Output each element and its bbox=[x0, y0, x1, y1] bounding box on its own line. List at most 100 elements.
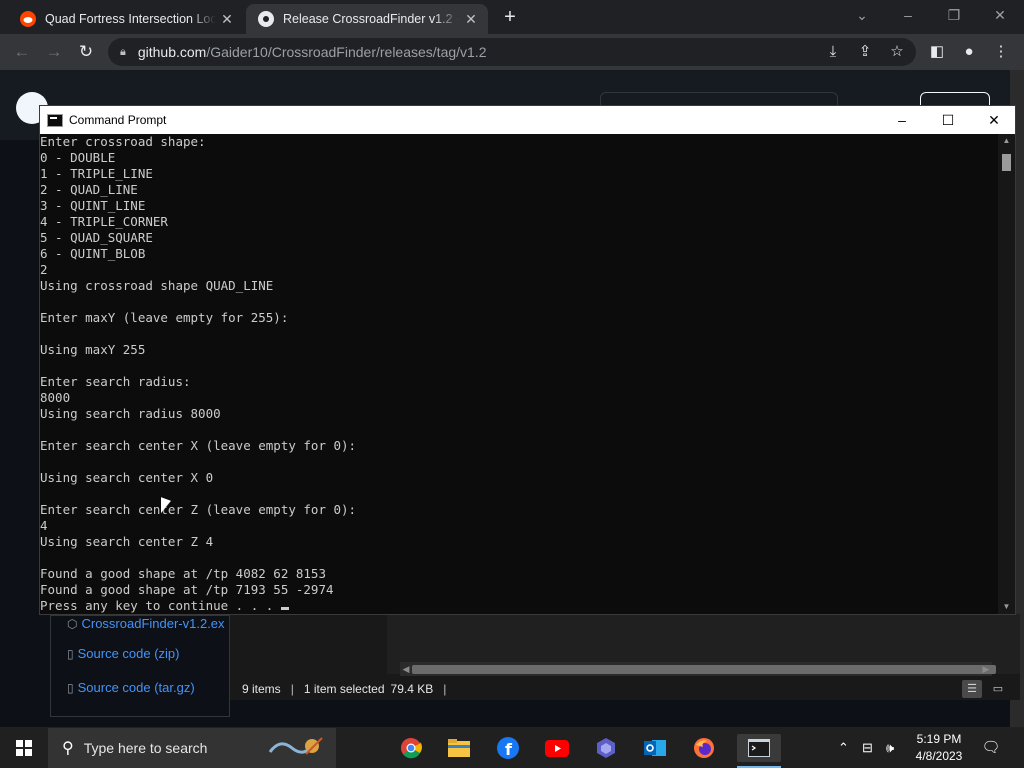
notification-icon[interactable]: 🗨︎ bbox=[980, 738, 1002, 758]
share-icon[interactable]: ⇪ bbox=[854, 41, 876, 63]
close-window-button[interactable]: ✕ bbox=[980, 4, 1020, 26]
show-hidden-icons[interactable]: ⌃ bbox=[838, 728, 849, 768]
console-line: Enter search radius: bbox=[40, 374, 191, 389]
scroll-down-icon[interactable]: ▼ bbox=[998, 600, 1015, 614]
minimize-button[interactable]: – bbox=[888, 4, 928, 26]
side-panel-icon[interactable]: ◧ bbox=[926, 41, 948, 63]
profile-icon[interactable]: ● bbox=[958, 41, 980, 63]
cmd-scrollbar[interactable]: ▲ ▼ bbox=[998, 134, 1015, 614]
console-line: Enter maxY (leave empty for 255): bbox=[40, 310, 289, 325]
bookmark-star-icon[interactable]: ☆ bbox=[886, 41, 908, 63]
release-assets-list: ⬡ CrossroadFinder-v1.2.ex ▯ Source code … bbox=[50, 615, 230, 717]
package-icon: ⬡ bbox=[67, 616, 78, 631]
command-prompt-window: Command Prompt – ☐ ✕ Enter crossroad sha… bbox=[39, 105, 1016, 615]
search-highlight-icon bbox=[268, 737, 323, 755]
console-line: Enter crossroad shape: bbox=[40, 134, 206, 149]
selection-info: 1 item selected bbox=[303, 682, 385, 696]
reddit-icon bbox=[20, 11, 36, 27]
selection-size: 79.4 KB bbox=[390, 682, 434, 696]
scroll-up-icon[interactable]: ▲ bbox=[998, 134, 1015, 148]
console-line: 5 - QUAD_SQUARE bbox=[40, 230, 153, 245]
explorer-status-bar: 9 items | 1 item selected 79.4 KB | bbox=[230, 678, 1020, 700]
scroll-right-icon[interactable]: ▶ bbox=[980, 662, 992, 676]
cmd-window-icon bbox=[47, 113, 63, 127]
asset-link-targz[interactable]: ▯ Source code (tar.gz) bbox=[67, 680, 195, 695]
tab-title: Quad Fortress Intersection Locati bbox=[45, 12, 216, 26]
console-line: 3 - QUINT_LINE bbox=[40, 198, 146, 213]
asset-name: Source code (zip) bbox=[77, 646, 180, 661]
close-tab-icon[interactable]: ✕ bbox=[216, 11, 238, 28]
asset-name: Source code (tar.gz) bbox=[77, 680, 195, 695]
close-tab-icon[interactable]: ✕ bbox=[460, 11, 482, 28]
browser-tab-strip: Quad Fortress Intersection Locati ✕ Rele… bbox=[0, 0, 1024, 34]
clock-date: 4/8/2023 bbox=[915, 749, 963, 763]
new-tab-button[interactable]: + bbox=[498, 6, 522, 29]
cmd-minimize-button[interactable]: – bbox=[879, 106, 925, 134]
svg-text:f: f bbox=[505, 740, 513, 759]
asset-link-exe[interactable]: ⬡ CrossroadFinder-v1.2.ex bbox=[67, 616, 225, 631]
chrome-icon[interactable] bbox=[395, 734, 427, 762]
console-line: 2 - QUAD_LINE bbox=[40, 182, 138, 197]
console-line: Using search center Z 4 bbox=[40, 534, 214, 549]
console-line: Enter search center Z (leave empty for 0… bbox=[40, 502, 357, 517]
asset-link-zip[interactable]: ▯ Source code (zip) bbox=[67, 646, 180, 661]
cmd-maximize-button[interactable]: ☐ bbox=[925, 106, 971, 134]
reload-icon[interactable]: ↻ bbox=[74, 40, 98, 64]
desktop: Quad Fortress Intersection Locati ✕ Rele… bbox=[0, 0, 1024, 768]
app-icon[interactable] bbox=[590, 734, 622, 762]
console-line: 0 - DOUBLE bbox=[40, 150, 116, 165]
scroll-left-icon[interactable]: ◀ bbox=[400, 662, 412, 676]
facebook-icon[interactable]: f bbox=[492, 734, 524, 762]
divider: | bbox=[290, 682, 294, 696]
menu-icon[interactable]: ⋮ bbox=[990, 41, 1012, 63]
console-line: Using maxY 255 bbox=[40, 342, 146, 357]
taskbar-search[interactable]: ⚲ Type here to search bbox=[48, 728, 336, 768]
install-icon[interactable]: ⤓ bbox=[822, 41, 844, 63]
windows-logo-icon bbox=[16, 740, 32, 756]
file-explorer-icon[interactable] bbox=[443, 734, 475, 762]
tab-reddit[interactable]: Quad Fortress Intersection Locati ✕ bbox=[8, 4, 244, 34]
console-line: Press any key to continue . . . bbox=[40, 598, 998, 614]
cmd-title: Command Prompt bbox=[69, 113, 167, 127]
cmd-close-button[interactable]: ✕ bbox=[971, 106, 1017, 134]
search-placeholder: Type here to search bbox=[83, 740, 208, 756]
network-icon[interactable]: ⊟ bbox=[862, 728, 873, 768]
tab-github-release[interactable]: Release CrossroadFinder v1.2 · Gi ✕ bbox=[246, 4, 488, 34]
taskbar-clock[interactable]: 5:19 PM 4/8/2023 bbox=[914, 731, 964, 765]
youtube-icon[interactable] bbox=[541, 734, 573, 762]
lock-icon: 🔒︎ bbox=[120, 45, 126, 58]
console-line: 1 - TRIPLE_LINE bbox=[40, 166, 153, 181]
mouse-pointer-icon bbox=[161, 497, 171, 517]
back-arrow-icon[interactable]: ← bbox=[10, 40, 34, 64]
item-count: 9 items bbox=[242, 682, 281, 696]
scrollbar-thumb[interactable] bbox=[412, 665, 996, 674]
search-icon: ⚲ bbox=[62, 740, 74, 757]
console-line: 8000 bbox=[40, 390, 71, 405]
command-prompt-icon[interactable] bbox=[737, 734, 781, 768]
volume-icon[interactable]: 🕪︎ bbox=[886, 728, 894, 768]
divider: | bbox=[443, 682, 447, 696]
start-button[interactable] bbox=[0, 728, 48, 768]
outlook-icon[interactable] bbox=[639, 734, 671, 762]
forward-arrow-icon[interactable]: → bbox=[42, 40, 66, 64]
asset-name: CrossroadFinder-v1.2.ex bbox=[81, 616, 225, 631]
large-icons-view-icon[interactable]: ▭ bbox=[988, 680, 1008, 698]
cmd-title-bar[interactable]: Command Prompt – ☐ ✕ bbox=[40, 106, 1015, 134]
console-output[interactable]: Enter crossroad shape: 0 - DOUBLE 1 - TRIP… bbox=[40, 134, 998, 614]
tab-title: Release CrossroadFinder v1.2 · Gi bbox=[283, 12, 460, 26]
scrollbar-thumb[interactable] bbox=[1002, 154, 1011, 171]
tab-search-icon[interactable]: ⌄ bbox=[842, 4, 882, 26]
clock-time: 5:19 PM bbox=[916, 732, 962, 746]
zip-file-icon: ▯ bbox=[67, 646, 74, 661]
console-line: 4 - TRIPLE_CORNER bbox=[40, 214, 168, 229]
firefox-icon[interactable] bbox=[688, 734, 720, 762]
address-bar[interactable]: 🔒︎ github.com/Gaider10/CrossroadFinder/r… bbox=[108, 38, 916, 66]
restore-button[interactable]: ❐ bbox=[934, 4, 974, 26]
horizontal-scrollbar[interactable]: ◀ ▶ bbox=[400, 662, 996, 676]
details-view-icon[interactable]: ☰ bbox=[962, 680, 982, 698]
console-line: 2 bbox=[40, 262, 48, 277]
url-path: /Gaider10/CrossroadFinder/releases/tag/v… bbox=[206, 44, 487, 60]
